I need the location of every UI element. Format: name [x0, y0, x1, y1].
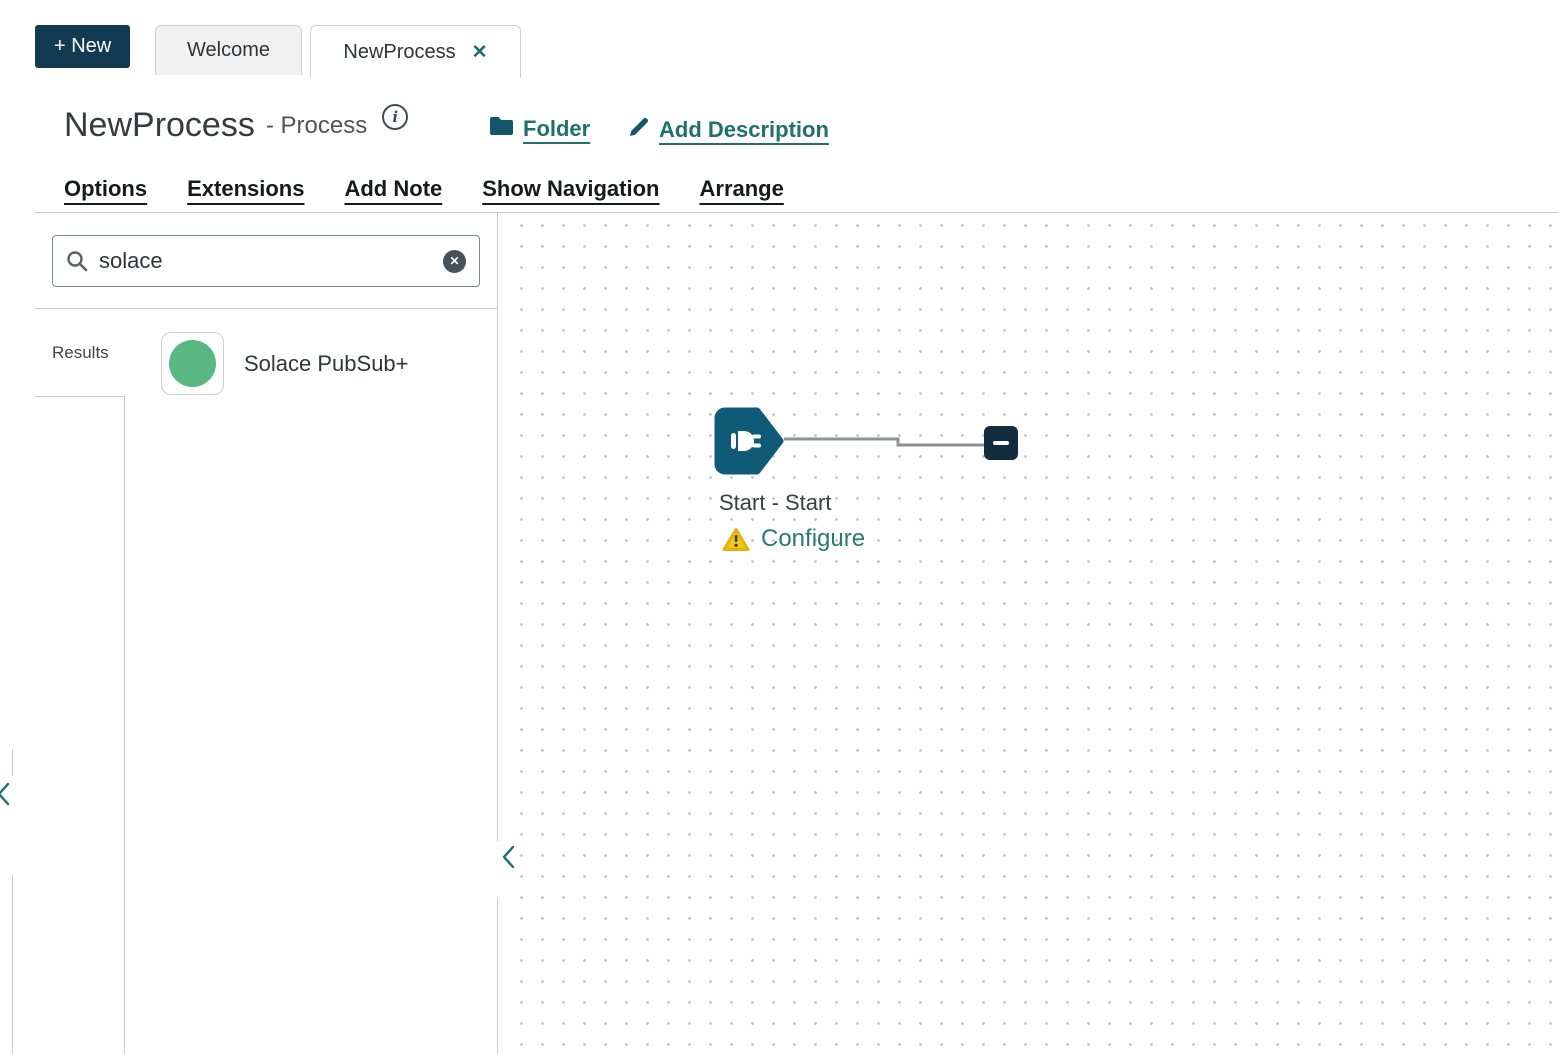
configure-row: Configure — [722, 525, 865, 553]
results-tab-label: Results — [52, 343, 109, 363]
connector-icon-box — [161, 332, 224, 395]
pencil-icon — [628, 116, 650, 143]
search-input[interactable] — [99, 248, 432, 274]
start-shape-label: Start - Start — [719, 490, 831, 516]
left-edge-divider — [12, 749, 13, 776]
process-builder-window: + New Welcome NewProcess ✕ NewProcess - … — [0, 0, 1558, 1054]
page-subtitle: - Process — [266, 112, 367, 140]
result-item-label: Solace PubSub+ — [244, 351, 409, 377]
new-button[interactable]: + New — [35, 25, 130, 68]
tab-welcome[interactable]: Welcome — [155, 25, 302, 75]
minus-icon — [993, 441, 1009, 445]
stop-endpoint[interactable] — [984, 426, 1018, 460]
process-menu: Options Extensions Add Note Show Navigat… — [64, 176, 784, 202]
results-tab[interactable]: Results — [35, 308, 125, 397]
menu-item-options[interactable]: Options — [64, 176, 147, 202]
menu-item-show-navigation[interactable]: Show Navigation — [482, 176, 659, 202]
menu-item-arrange[interactable]: Arrange — [700, 176, 784, 202]
process-canvas[interactable]: Start - Start Configure — [520, 213, 1558, 1054]
add-description-link[interactable]: Add Description — [628, 116, 829, 143]
tab-newprocess-label: NewProcess — [343, 41, 455, 64]
search-icon — [66, 250, 88, 272]
panel-divider — [497, 898, 498, 1054]
tab-close-icon[interactable]: ✕ — [472, 41, 488, 64]
panel-divider — [497, 213, 498, 841]
shape-search-box: ✕ — [52, 235, 480, 287]
add-description-label: Add Description — [659, 117, 829, 143]
page-header: NewProcess - Process i — [64, 106, 408, 145]
result-item-solace-pubsub[interactable]: Solace PubSub+ — [161, 332, 409, 395]
configure-link[interactable]: Configure — [761, 525, 865, 553]
shape-search-panel: ✕ Results Solace PubSub+ — [35, 213, 497, 1054]
warning-icon — [722, 527, 750, 552]
results-pane-border — [124, 308, 497, 309]
left-edge-collapse-chevron-icon[interactable] — [0, 782, 10, 811]
menu-item-extensions[interactable]: Extensions — [187, 176, 304, 202]
clear-search-icon[interactable]: ✕ — [443, 250, 466, 273]
connector-line[interactable] — [784, 436, 988, 455]
left-edge-divider — [12, 875, 13, 1054]
panel-collapse-chevron-icon[interactable] — [502, 845, 515, 874]
info-icon[interactable]: i — [382, 104, 408, 130]
start-shape[interactable] — [714, 407, 786, 475]
folder-icon — [489, 116, 514, 142]
tab-newprocess[interactable]: NewProcess ✕ — [310, 25, 521, 78]
tab-welcome-label: Welcome — [187, 39, 270, 62]
folder-link-label: Folder — [523, 116, 590, 142]
page-title: NewProcess — [64, 106, 255, 145]
solace-connector-icon — [169, 340, 216, 387]
folder-link[interactable]: Folder — [489, 116, 590, 142]
results-tab-divider — [124, 397, 125, 1054]
menu-item-add-note[interactable]: Add Note — [344, 176, 442, 202]
